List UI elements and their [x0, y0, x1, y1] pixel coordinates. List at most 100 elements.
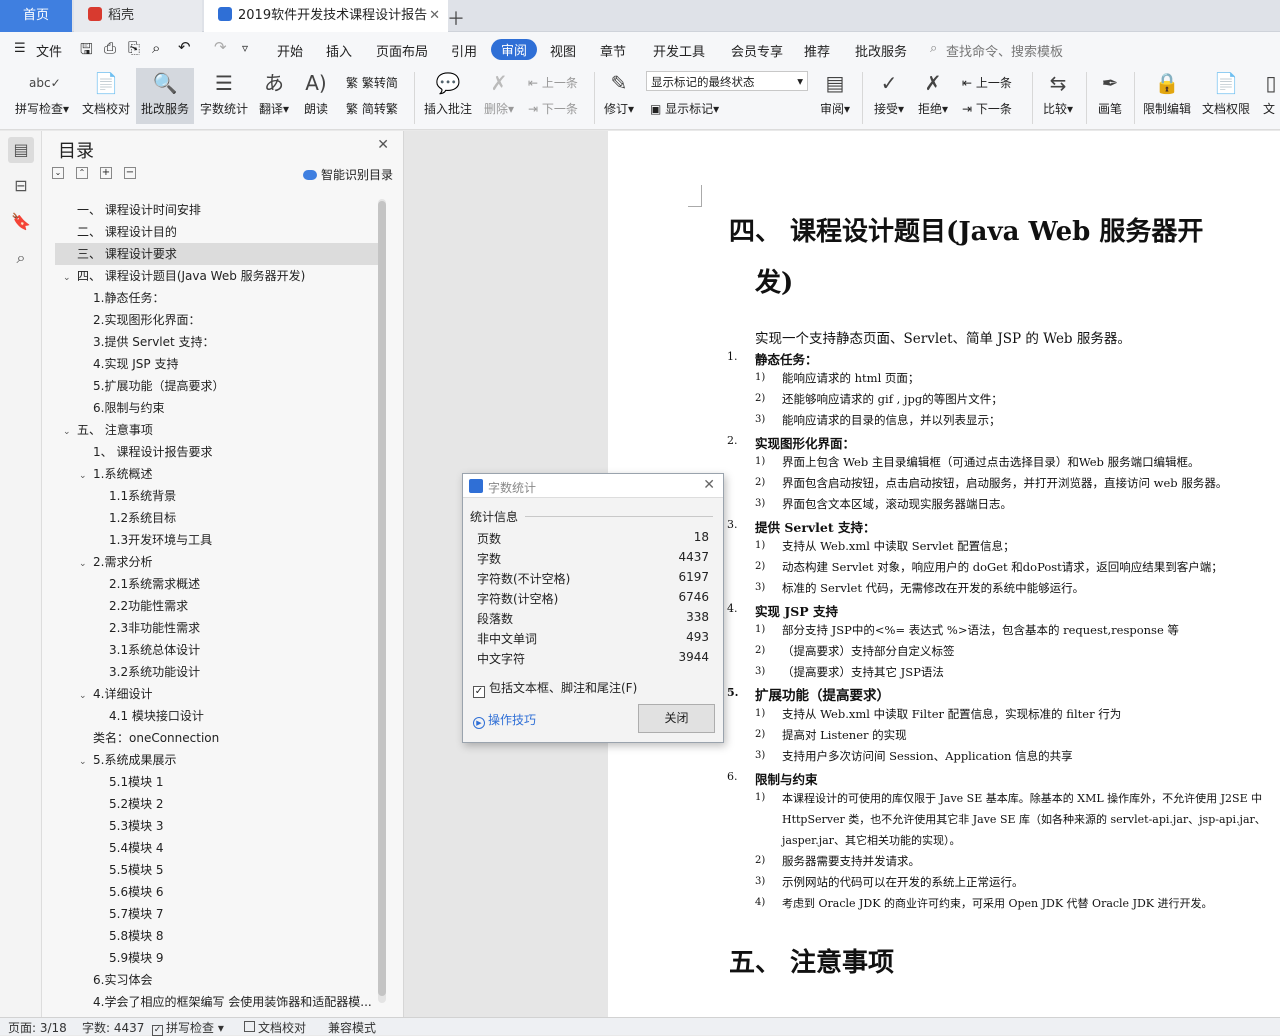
review-pane-button[interactable]: ▤ 审阅▾ [816, 70, 854, 117]
toc-scrollbar[interactable] [378, 199, 386, 1003]
close-icon[interactable]: ✕ [703, 477, 715, 493]
menu-file[interactable]: 文件 [36, 41, 62, 60]
toc-item[interactable]: 5.3模块 3 [55, 815, 379, 837]
review-service-button[interactable]: 🔍 批改服务 [136, 68, 194, 124]
toc-item[interactable]: 一、 课程设计时间安排 [55, 199, 379, 221]
menu-review[interactable]: 审阅 [491, 39, 538, 60]
tab-document[interactable]: 2019软件开发技术课程设计报告 ✕ [204, 0, 448, 32]
menu-start[interactable]: 开始 [277, 41, 303, 60]
bookmark-icon[interactable]: 🔖 [8, 209, 34, 235]
new-tab-button[interactable]: ＋ [447, 5, 465, 31]
toc-icon[interactable]: ▤ [8, 137, 34, 163]
toc-item[interactable]: ⌄ 五、 注意事项 [55, 419, 379, 441]
show-markup-button[interactable]: ▣ 显示标记▾ [650, 100, 719, 117]
add-item-icon[interactable]: + [100, 167, 112, 179]
toc-item[interactable]: 5.6模块 6 [55, 881, 379, 903]
spell-check-button[interactable]: abc✓ 拼写检查▾ [12, 70, 72, 117]
menu-grading[interactable]: 批改服务 [855, 41, 907, 60]
toc-item[interactable]: 4.实现 JSP 支持 [55, 353, 379, 375]
menu-insert[interactable]: 插入 [326, 41, 352, 60]
toc-item[interactable]: ⌄ 2.需求分析 [55, 551, 379, 573]
toc-item[interactable]: 2.实现图形化界面： [55, 309, 379, 331]
tips-link[interactable]: ▶ 操作技巧 [473, 711, 536, 729]
toc-item[interactable]: 5.8模块 8 [55, 925, 379, 947]
toc-item[interactable]: 3.提供 Servlet 支持： [55, 331, 379, 353]
include-footnotes-checkbox[interactable]: ✓ 包括文本框、脚注和尾注(F) [473, 679, 637, 698]
toc-item[interactable]: 6.限制与约束 [55, 397, 379, 419]
toc-item[interactable]: 5.9模块 9 [55, 947, 379, 969]
prev-change-button[interactable]: ⇤ 上一条 [962, 74, 1012, 91]
menu-view[interactable]: 视图 [550, 41, 576, 60]
toc-item[interactable]: 5.4模块 4 [55, 837, 379, 859]
compare-button[interactable]: ⇆ 比较▾ [1038, 70, 1078, 117]
trad-to-simp-button[interactable]: 繁 繁转简 [346, 74, 398, 91]
menu-chapter[interactable]: 章节 [600, 41, 626, 60]
save-icon[interactable]: 🖫 [80, 39, 93, 64]
chevron-down-icon[interactable]: ⌄ [79, 553, 89, 573]
preview-icon[interactable]: ⌕ [152, 39, 160, 57]
markup-state-select[interactable]: 显示标记的最终状态 ▾ [646, 71, 808, 91]
toc-item[interactable]: ⌄ 5.系统成果展示 [55, 749, 379, 771]
customize-icon[interactable]: ▿ [242, 41, 248, 55]
chevron-down-icon[interactable]: ⌄ [63, 267, 73, 287]
toc-item[interactable]: 1.1系统背景 [55, 485, 379, 507]
chapter-icon[interactable]: ⊟ [8, 173, 34, 199]
chevron-down-icon[interactable]: ⌄ [79, 751, 89, 771]
read-aloud-button[interactable]: A) 朗读 [300, 70, 332, 117]
toc-item[interactable]: 4.学会了相应的框架编写 会使用装饰器和适配器模... [55, 991, 379, 1013]
toc-item[interactable]: ⌄ 1.系统概述 [55, 463, 379, 485]
spell-check-status[interactable]: ✓ 拼写检查 ▾ [152, 1019, 224, 1036]
print-icon[interactable]: ⎘ [128, 39, 140, 57]
toc-item[interactable]: 三、 课程设计要求 [55, 243, 379, 265]
collapse-all-icon[interactable]: ⌃ [76, 167, 88, 179]
next-comment-button[interactable]: ⇥ 下一条 [528, 100, 578, 117]
menu-layout[interactable]: 页面布局 [376, 41, 428, 60]
hamburger-icon[interactable]: ☰ [14, 41, 26, 56]
menu-member[interactable]: 会员专享 [731, 41, 783, 60]
close-button[interactable]: 关闭 [638, 704, 715, 733]
toc-item[interactable]: 1.3开发环境与工具 [55, 529, 379, 551]
toc-item[interactable]: ⌄ 四、 课程设计题目(Java Web 服务器开发) [55, 265, 379, 287]
menu-devtools[interactable]: 开发工具 [653, 41, 705, 60]
chevron-down-icon[interactable]: ⌄ [63, 421, 73, 441]
next-change-button[interactable]: ⇥ 下一条 [962, 100, 1012, 117]
toc-item[interactable]: 4.1 模块接口设计 [55, 705, 379, 727]
doc-more-button[interactable]: ▯ 文 [1258, 70, 1280, 117]
toc-item[interactable]: 3.2系统功能设计 [55, 661, 379, 683]
search-icon[interactable]: ⌕ [8, 245, 34, 271]
prev-comment-button[interactable]: ⇤ 上一条 [528, 74, 578, 91]
search-icon[interactable]: ⌕ [930, 41, 937, 56]
close-icon[interactable]: ✕ [429, 0, 440, 32]
toc-item[interactable]: ⌄ 4.详细设计 [55, 683, 379, 705]
menu-reference[interactable]: 引用 [451, 41, 477, 60]
toc-item[interactable]: 二、 课程设计目的 [55, 221, 379, 243]
toc-item[interactable]: 5.扩展功能（提高要求） [55, 375, 379, 397]
translate-button[interactable]: あ翻译▾ [256, 70, 292, 117]
smart-toc-button[interactable]: 智能识别目录 [302, 166, 393, 183]
toc-item[interactable]: 类名：oneConnection [55, 727, 379, 749]
toc-item[interactable]: 5.7模块 7 [55, 903, 379, 925]
remove-item-icon[interactable]: − [124, 167, 136, 179]
tab-home[interactable]: 首页 [0, 0, 72, 32]
simp-to-trad-button[interactable]: 繁 简转繁 [346, 100, 398, 117]
pen-button[interactable]: ✒ 画笔 [1094, 70, 1126, 117]
toc-item[interactable]: 2.2功能性需求 [55, 595, 379, 617]
delete-comment-button[interactable]: ✗ 删除▾ [480, 70, 518, 117]
chevron-down-icon[interactable]: ⌄ [79, 465, 89, 485]
page-indicator[interactable]: 页面: 3/18 [8, 1019, 67, 1036]
toc-item[interactable]: 5.5模块 5 [55, 859, 379, 881]
doc-permission-button[interactable]: 📄 文档权限 [1200, 70, 1252, 117]
export-pdf-icon[interactable]: ⎙ [104, 39, 116, 57]
word-count-status[interactable]: 字数: 4437 [82, 1019, 144, 1036]
chevron-down-icon[interactable]: ⌄ [79, 685, 89, 705]
toc-item[interactable]: 6.实习体会 [55, 969, 379, 991]
toc-item[interactable]: 3.1系统总体设计 [55, 639, 379, 661]
toc-item[interactable]: 1.静态任务： [55, 287, 379, 309]
toc-item[interactable]: 2.3非功能性需求 [55, 617, 379, 639]
insert-comment-button[interactable]: 💬 插入批注 [422, 70, 474, 117]
restrict-edit-button[interactable]: 🔒 限制编辑 [1140, 70, 1194, 117]
reject-button[interactable]: ✗ 拒绝▾ [914, 70, 952, 117]
menu-recommend[interactable]: 推荐 [804, 41, 830, 60]
track-changes-button[interactable]: ✎ 修订▾ [600, 70, 638, 117]
toc-item[interactable]: 1.2系统目标 [55, 507, 379, 529]
